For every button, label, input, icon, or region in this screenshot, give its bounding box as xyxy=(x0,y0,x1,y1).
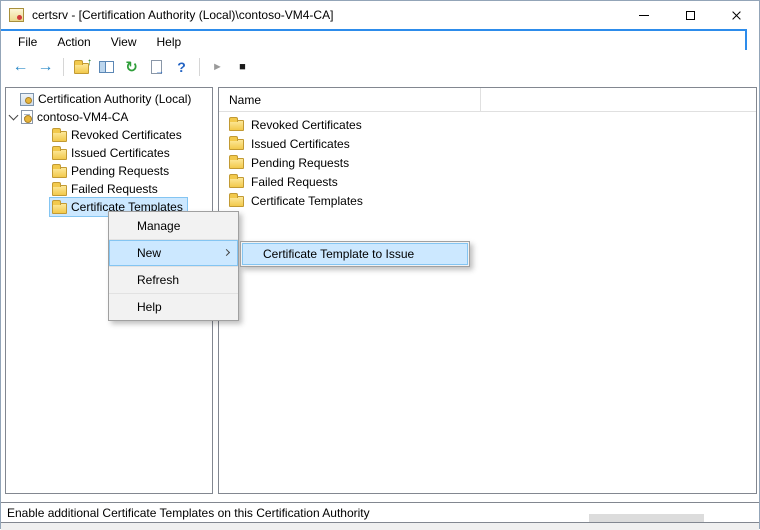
forward-button[interactable]: → xyxy=(34,56,57,78)
tree-node-label: Failed Requests xyxy=(71,182,158,196)
list-item-label: Certificate Templates xyxy=(251,194,363,208)
list-item-label: Revoked Certificates xyxy=(251,118,362,132)
folder-icon xyxy=(229,196,244,207)
status-bar-panel xyxy=(589,514,704,522)
context-menu-item-refresh[interactable]: Refresh xyxy=(109,266,238,293)
context-menu-item-manage[interactable]: Manage xyxy=(109,212,238,239)
context-menu-item-new[interactable]: New xyxy=(109,239,238,266)
up-one-level-icon: ↑ xyxy=(74,63,89,74)
list-item-failed-requests[interactable]: Failed Requests xyxy=(223,172,338,191)
maximize-icon xyxy=(686,11,695,20)
folder-icon xyxy=(52,167,67,178)
export-arrow-icon: → xyxy=(155,67,164,76)
certsrv-window: { "window": { "title": "certsrv - [Certi… xyxy=(0,0,760,529)
refresh-button[interactable]: ↻ xyxy=(120,56,143,78)
menu-view[interactable]: View xyxy=(101,31,147,53)
close-icon xyxy=(731,10,742,21)
tree-node-failed-requests[interactable]: Failed Requests xyxy=(50,180,162,198)
title-bar: certsrv - [Certification Authority (Loca… xyxy=(1,1,759,29)
refresh-icon: ↻ xyxy=(125,60,138,75)
toolbar-separator xyxy=(63,58,64,76)
ca-icon xyxy=(21,110,33,124)
minimize-icon xyxy=(639,15,649,16)
context-menu-item-help[interactable]: Help xyxy=(109,293,238,320)
window-controls xyxy=(621,1,759,29)
app-icon xyxy=(9,8,24,22)
submenu-item-certificate-template-to-issue[interactable]: Certificate Template to Issue xyxy=(242,243,468,265)
stop-service-icon: ■ xyxy=(239,62,246,73)
forward-icon: → xyxy=(38,59,54,75)
tree-node-label: Issued Certificates xyxy=(71,146,170,160)
up-arrow-icon: ↑ xyxy=(87,58,92,68)
help-icon: ? xyxy=(177,60,186,74)
chevron-down-icon[interactable] xyxy=(9,111,19,121)
results-pane: Name Revoked Certificates Issued Certifi… xyxy=(218,87,757,494)
tree-node-revoked-certificates[interactable]: Revoked Certificates xyxy=(50,126,186,144)
menu-bar: File Action View Help xyxy=(1,31,743,53)
menu-item-label: Manage xyxy=(137,219,180,233)
list-item-revoked-certificates[interactable]: Revoked Certificates xyxy=(223,115,362,134)
toolbar-separator xyxy=(199,58,200,76)
maximize-button[interactable] xyxy=(667,1,713,29)
column-separator[interactable] xyxy=(480,88,481,112)
show-hide-console-tree-button[interactable] xyxy=(95,56,118,78)
tree-node-issued-certificates[interactable]: Issued Certificates xyxy=(50,144,174,162)
menu-action[interactable]: Action xyxy=(47,31,100,53)
window-title: certsrv - [Certification Authority (Loca… xyxy=(32,8,333,22)
start-service-button[interactable]: ► xyxy=(206,56,229,78)
list-item-label: Issued Certificates xyxy=(251,137,350,151)
folder-icon xyxy=(52,185,67,196)
back-button[interactable]: ← xyxy=(9,56,32,78)
list-item-label: Pending Requests xyxy=(251,156,349,170)
window-accent-line-vertical xyxy=(745,29,747,50)
tree-node-label: Pending Requests xyxy=(71,164,169,178)
minimize-button[interactable] xyxy=(621,1,667,29)
close-button[interactable] xyxy=(713,1,759,29)
menu-item-label: Refresh xyxy=(137,273,179,287)
context-menu: Manage New Refresh Help xyxy=(108,211,239,321)
start-service-icon: ► xyxy=(212,62,223,73)
export-list-icon: → xyxy=(151,60,162,74)
status-text: Enable additional Certificate Templates … xyxy=(7,506,370,520)
status-bar: Enable additional Certificate Templates … xyxy=(1,502,759,523)
folder-icon xyxy=(52,131,67,142)
menu-file[interactable]: File xyxy=(8,31,47,53)
list-column-header-name[interactable]: Name xyxy=(219,88,756,112)
list-item-issued-certificates[interactable]: Issued Certificates xyxy=(223,134,350,153)
folder-icon xyxy=(52,149,67,160)
menu-item-label: Certificate Template to Issue xyxy=(263,247,414,261)
folder-icon xyxy=(229,177,244,188)
menu-help[interactable]: Help xyxy=(147,31,192,53)
tree-node-label: Certification Authority (Local) xyxy=(38,92,191,106)
menu-item-label: New xyxy=(137,246,161,260)
folder-icon xyxy=(52,203,67,214)
back-icon: ← xyxy=(13,59,29,75)
help-button[interactable]: ? xyxy=(170,56,193,78)
list-item-certificate-templates[interactable]: Certificate Templates xyxy=(223,191,363,210)
export-list-button[interactable]: → xyxy=(145,56,168,78)
console-tree-icon xyxy=(99,61,114,73)
submenu-arrow-icon xyxy=(223,249,230,256)
tree-node-certification-authority[interactable]: Certification Authority (Local) xyxy=(20,90,191,108)
toolbar: ← → ↑ ↻ → ? ► ■ xyxy=(1,53,743,81)
tree-node-pending-requests[interactable]: Pending Requests xyxy=(50,162,173,180)
tree-node-label: contoso-VM4-CA xyxy=(37,110,128,124)
stop-service-button[interactable]: ■ xyxy=(231,56,254,78)
folder-icon xyxy=(229,120,244,131)
up-one-level-button[interactable]: ↑ xyxy=(70,56,93,78)
list-item-label: Failed Requests xyxy=(251,175,338,189)
certification-authority-icon xyxy=(20,93,34,106)
folder-icon xyxy=(229,139,244,150)
column-header-label: Name xyxy=(229,93,261,107)
list-item-pending-requests[interactable]: Pending Requests xyxy=(223,153,349,172)
menu-item-label: Help xyxy=(137,300,162,314)
tree-node-label: Revoked Certificates xyxy=(71,128,182,142)
tree-node-ca[interactable]: contoso-VM4-CA xyxy=(10,108,128,126)
folder-icon xyxy=(229,158,244,169)
new-submenu: Certificate Template to Issue xyxy=(240,241,470,267)
